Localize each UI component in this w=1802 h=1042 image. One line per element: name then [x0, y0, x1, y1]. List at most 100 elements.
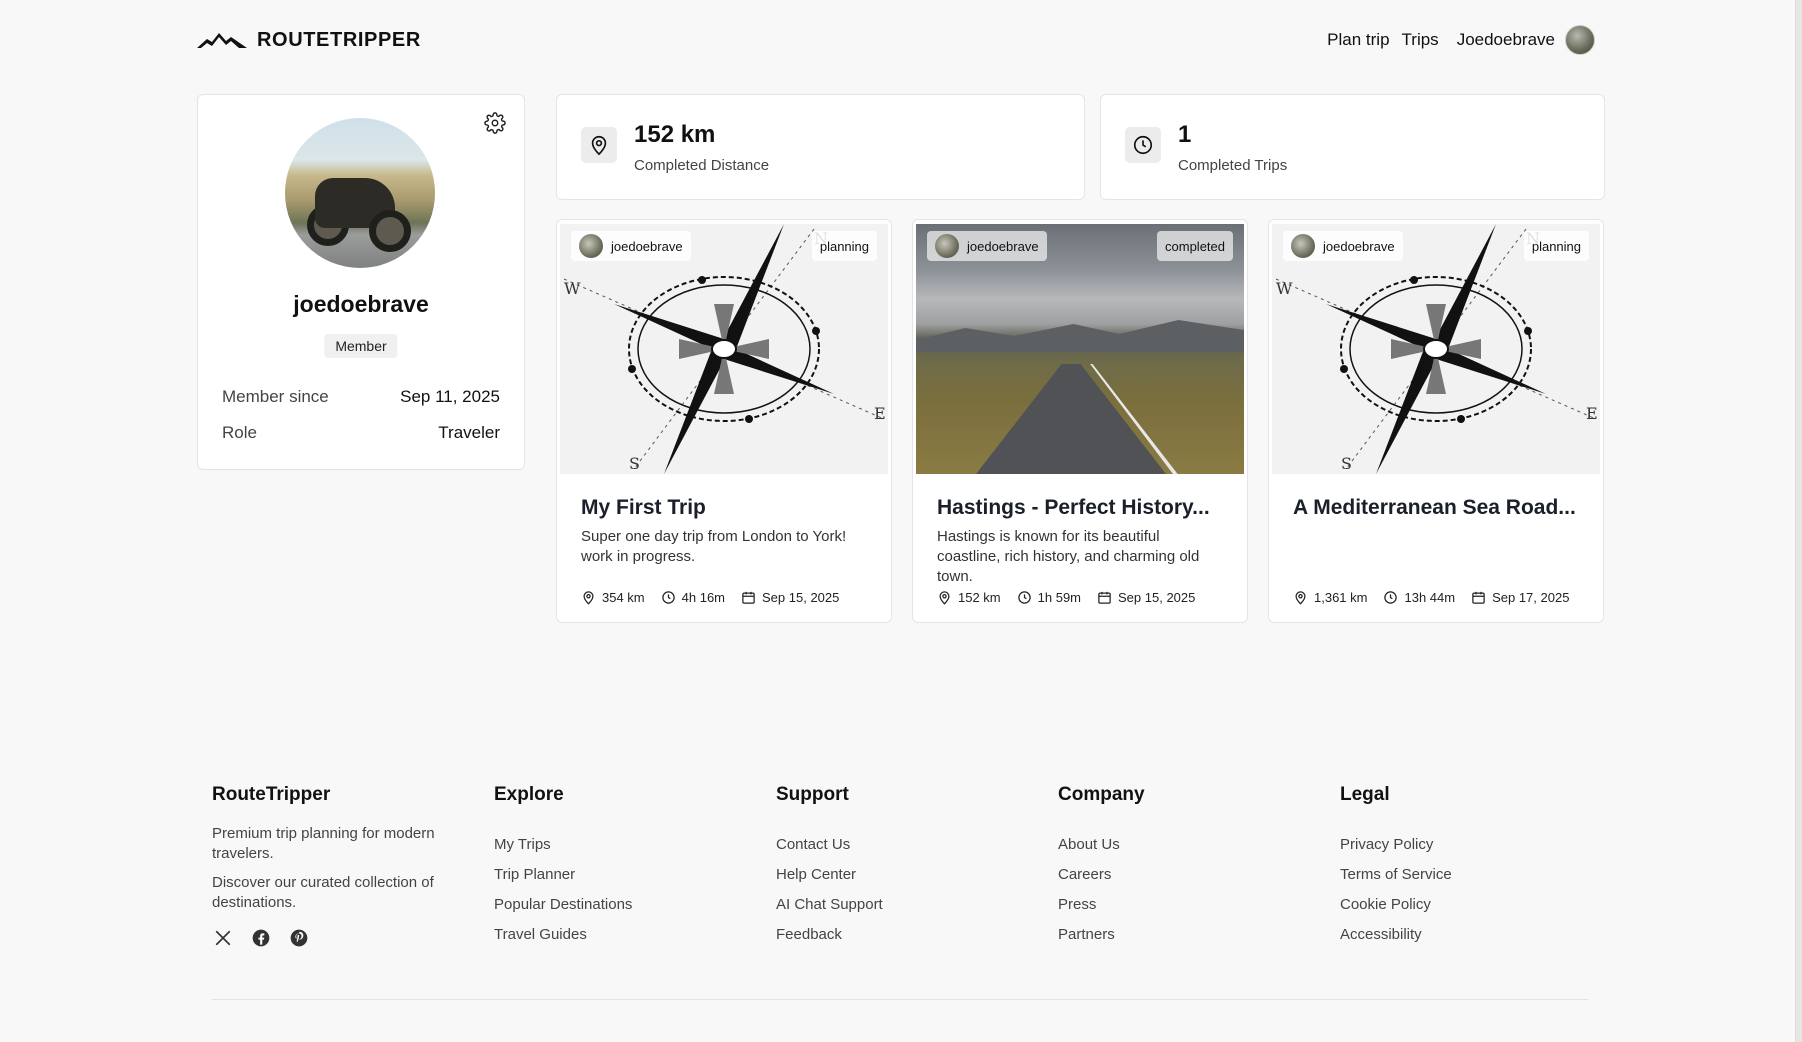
- mountain-logo-icon: [197, 33, 247, 48]
- date-value: Sep 17, 2025: [1492, 590, 1570, 605]
- trip-description: Super one day trip from London to York! …: [581, 528, 847, 565]
- trip-image-road: [916, 224, 1244, 474]
- row-label: Role: [222, 423, 257, 442]
- footer-link[interactable]: Popular Destinations: [494, 896, 754, 913]
- svg-text:E: E: [1586, 404, 1598, 423]
- brand-logo[interactable]: ROUTETRIPPER: [197, 29, 421, 52]
- distance-meta: 152 km: [937, 590, 1001, 605]
- owner-name: joedoebrave: [967, 238, 1039, 254]
- footer-link[interactable]: Partners: [1058, 926, 1318, 943]
- trip-card[interactable]: joedoebrave completed Hastings - Perfect…: [912, 219, 1248, 623]
- calendar-icon: [1098, 591, 1111, 604]
- distance-meta: 354 km: [581, 590, 645, 605]
- footer-link[interactable]: Cookie Policy: [1340, 896, 1600, 913]
- trip-card[interactable]: N W E S joedoebrave planning A Mediterra…: [1268, 219, 1604, 623]
- duration-value: 4h 16m: [681, 590, 726, 605]
- top-header: ROUTETRIPPER Plan trip Trips Joedoebrave: [197, 22, 1595, 58]
- clock-icon: [1384, 591, 1398, 604]
- calendar-icon: [742, 591, 755, 604]
- x-icon[interactable]: [212, 927, 234, 949]
- trip-card[interactable]: N W E S joedoebrave planning My First Tr…: [556, 219, 892, 623]
- row-label: Member since: [222, 387, 329, 406]
- trip-image-compass: N W E S: [1272, 224, 1600, 474]
- compass-icon: N W E S: [563, 224, 886, 474]
- footer-link[interactable]: Travel Guides: [494, 926, 754, 943]
- gear-icon[interactable]: [484, 112, 506, 134]
- duration-value: 1h 59m: [1037, 590, 1082, 605]
- nav-plan-trip[interactable]: Plan trip: [1327, 30, 1389, 50]
- footer-heading: Company: [1058, 784, 1145, 805]
- compass-icon: N W E S: [1275, 224, 1598, 474]
- row-value: Traveler: [438, 423, 500, 442]
- trip-image-compass: N W E S: [560, 224, 888, 474]
- trip-meta: 1,361 km 13h 44m Sep 17, 2025: [1293, 590, 1569, 605]
- footer-company-column: Company About Us Careers Press Partners: [1058, 784, 1318, 956]
- trip-title[interactable]: My First Trip: [581, 496, 706, 520]
- stat-value: 152 km: [634, 121, 716, 148]
- user-name: Joedoebrave: [1456, 30, 1555, 49]
- trip-title[interactable]: Hastings - Perfect History...: [937, 496, 1210, 520]
- nav-trips[interactable]: Trips: [1402, 30, 1439, 50]
- status-badge: planning: [811, 231, 877, 261]
- trip-owner-chip: joedoebrave: [1283, 231, 1403, 261]
- stat-value: 1: [1178, 121, 1192, 148]
- member-badge: Member: [324, 334, 398, 358]
- facebook-icon[interactable]: [250, 927, 272, 949]
- avatar: [1565, 25, 1595, 55]
- map-pin-icon: [581, 127, 617, 163]
- svg-text:S: S: [629, 454, 640, 473]
- svg-text:W: W: [564, 279, 581, 298]
- map-pin-icon: [1295, 591, 1306, 605]
- member-since-row: Member since Sep 11, 2025: [222, 387, 500, 407]
- trip-title[interactable]: A Mediterranean Sea Road...: [1293, 496, 1576, 520]
- map-pin-icon: [583, 591, 594, 605]
- date-value: Sep 15, 2025: [762, 590, 840, 605]
- footer-support-column: Support Contact Us Help Center AI Chat S…: [776, 784, 1036, 956]
- profile-avatar: [285, 118, 435, 268]
- footer-divider: [212, 999, 1588, 1000]
- mountain-range: [916, 320, 1244, 352]
- avatar: [935, 234, 959, 258]
- owner-name: joedoebrave: [1323, 238, 1395, 254]
- clock-icon: [1017, 591, 1031, 604]
- calendar-icon: [1472, 591, 1485, 604]
- svg-text:E: E: [874, 404, 886, 423]
- stat-label: Completed Distance: [634, 157, 770, 174]
- duration-meta: 4h 16m: [661, 590, 725, 605]
- footer-link[interactable]: Privacy Policy: [1340, 836, 1600, 853]
- distance-value: 354 km: [602, 590, 645, 605]
- footer-link[interactable]: Trip Planner: [494, 866, 754, 883]
- clock-icon: [661, 591, 675, 604]
- scrollbar[interactable]: [1795, 0, 1802, 1042]
- trip-description: Hastings is known for its beautiful coas…: [937, 528, 1200, 585]
- footer-link[interactable]: Careers: [1058, 866, 1318, 883]
- date-meta: Sep 15, 2025: [1097, 590, 1195, 605]
- date-value: Sep 15, 2025: [1118, 590, 1196, 605]
- distance-value: 1,361 km: [1314, 590, 1368, 605]
- date-meta: Sep 15, 2025: [741, 590, 839, 605]
- footer-link[interactable]: Feedback: [776, 926, 1036, 943]
- road: [976, 364, 1166, 474]
- footer-link[interactable]: Contact Us: [776, 836, 1036, 853]
- footer-link[interactable]: About Us: [1058, 836, 1318, 853]
- footer-tagline: Premium trip planning for modern travele…: [212, 825, 435, 862]
- brand-name: ROUTETRIPPER: [257, 28, 421, 51]
- footer-link[interactable]: AI Chat Support: [776, 896, 1036, 913]
- footer-link[interactable]: My Trips: [494, 836, 754, 853]
- footer-link[interactable]: Terms of Service: [1340, 866, 1600, 883]
- footer-heading: Explore: [494, 784, 564, 805]
- social-links: [212, 927, 472, 949]
- user-menu[interactable]: Joedoebrave: [1457, 25, 1595, 55]
- motorcycle-wheel: [369, 210, 411, 252]
- trip-meta: 152 km 1h 59m Sep 15, 2025: [937, 590, 1195, 605]
- pinterest-icon[interactable]: [288, 927, 310, 949]
- footer-link[interactable]: Press: [1058, 896, 1318, 913]
- footer-heading: Support: [776, 784, 849, 805]
- footer-link[interactable]: Help Center: [776, 866, 1036, 883]
- footer-link[interactable]: Accessibility: [1340, 926, 1600, 943]
- status-badge: planning: [1523, 231, 1589, 261]
- footer-explore-column: Explore My Trips Trip Planner Popular De…: [494, 784, 754, 956]
- duration-value: 13h 44m: [1404, 590, 1456, 605]
- main-nav: Plan trip Trips Joedoebrave: [1327, 25, 1595, 55]
- footer-brand: RouteTripper: [212, 784, 331, 805]
